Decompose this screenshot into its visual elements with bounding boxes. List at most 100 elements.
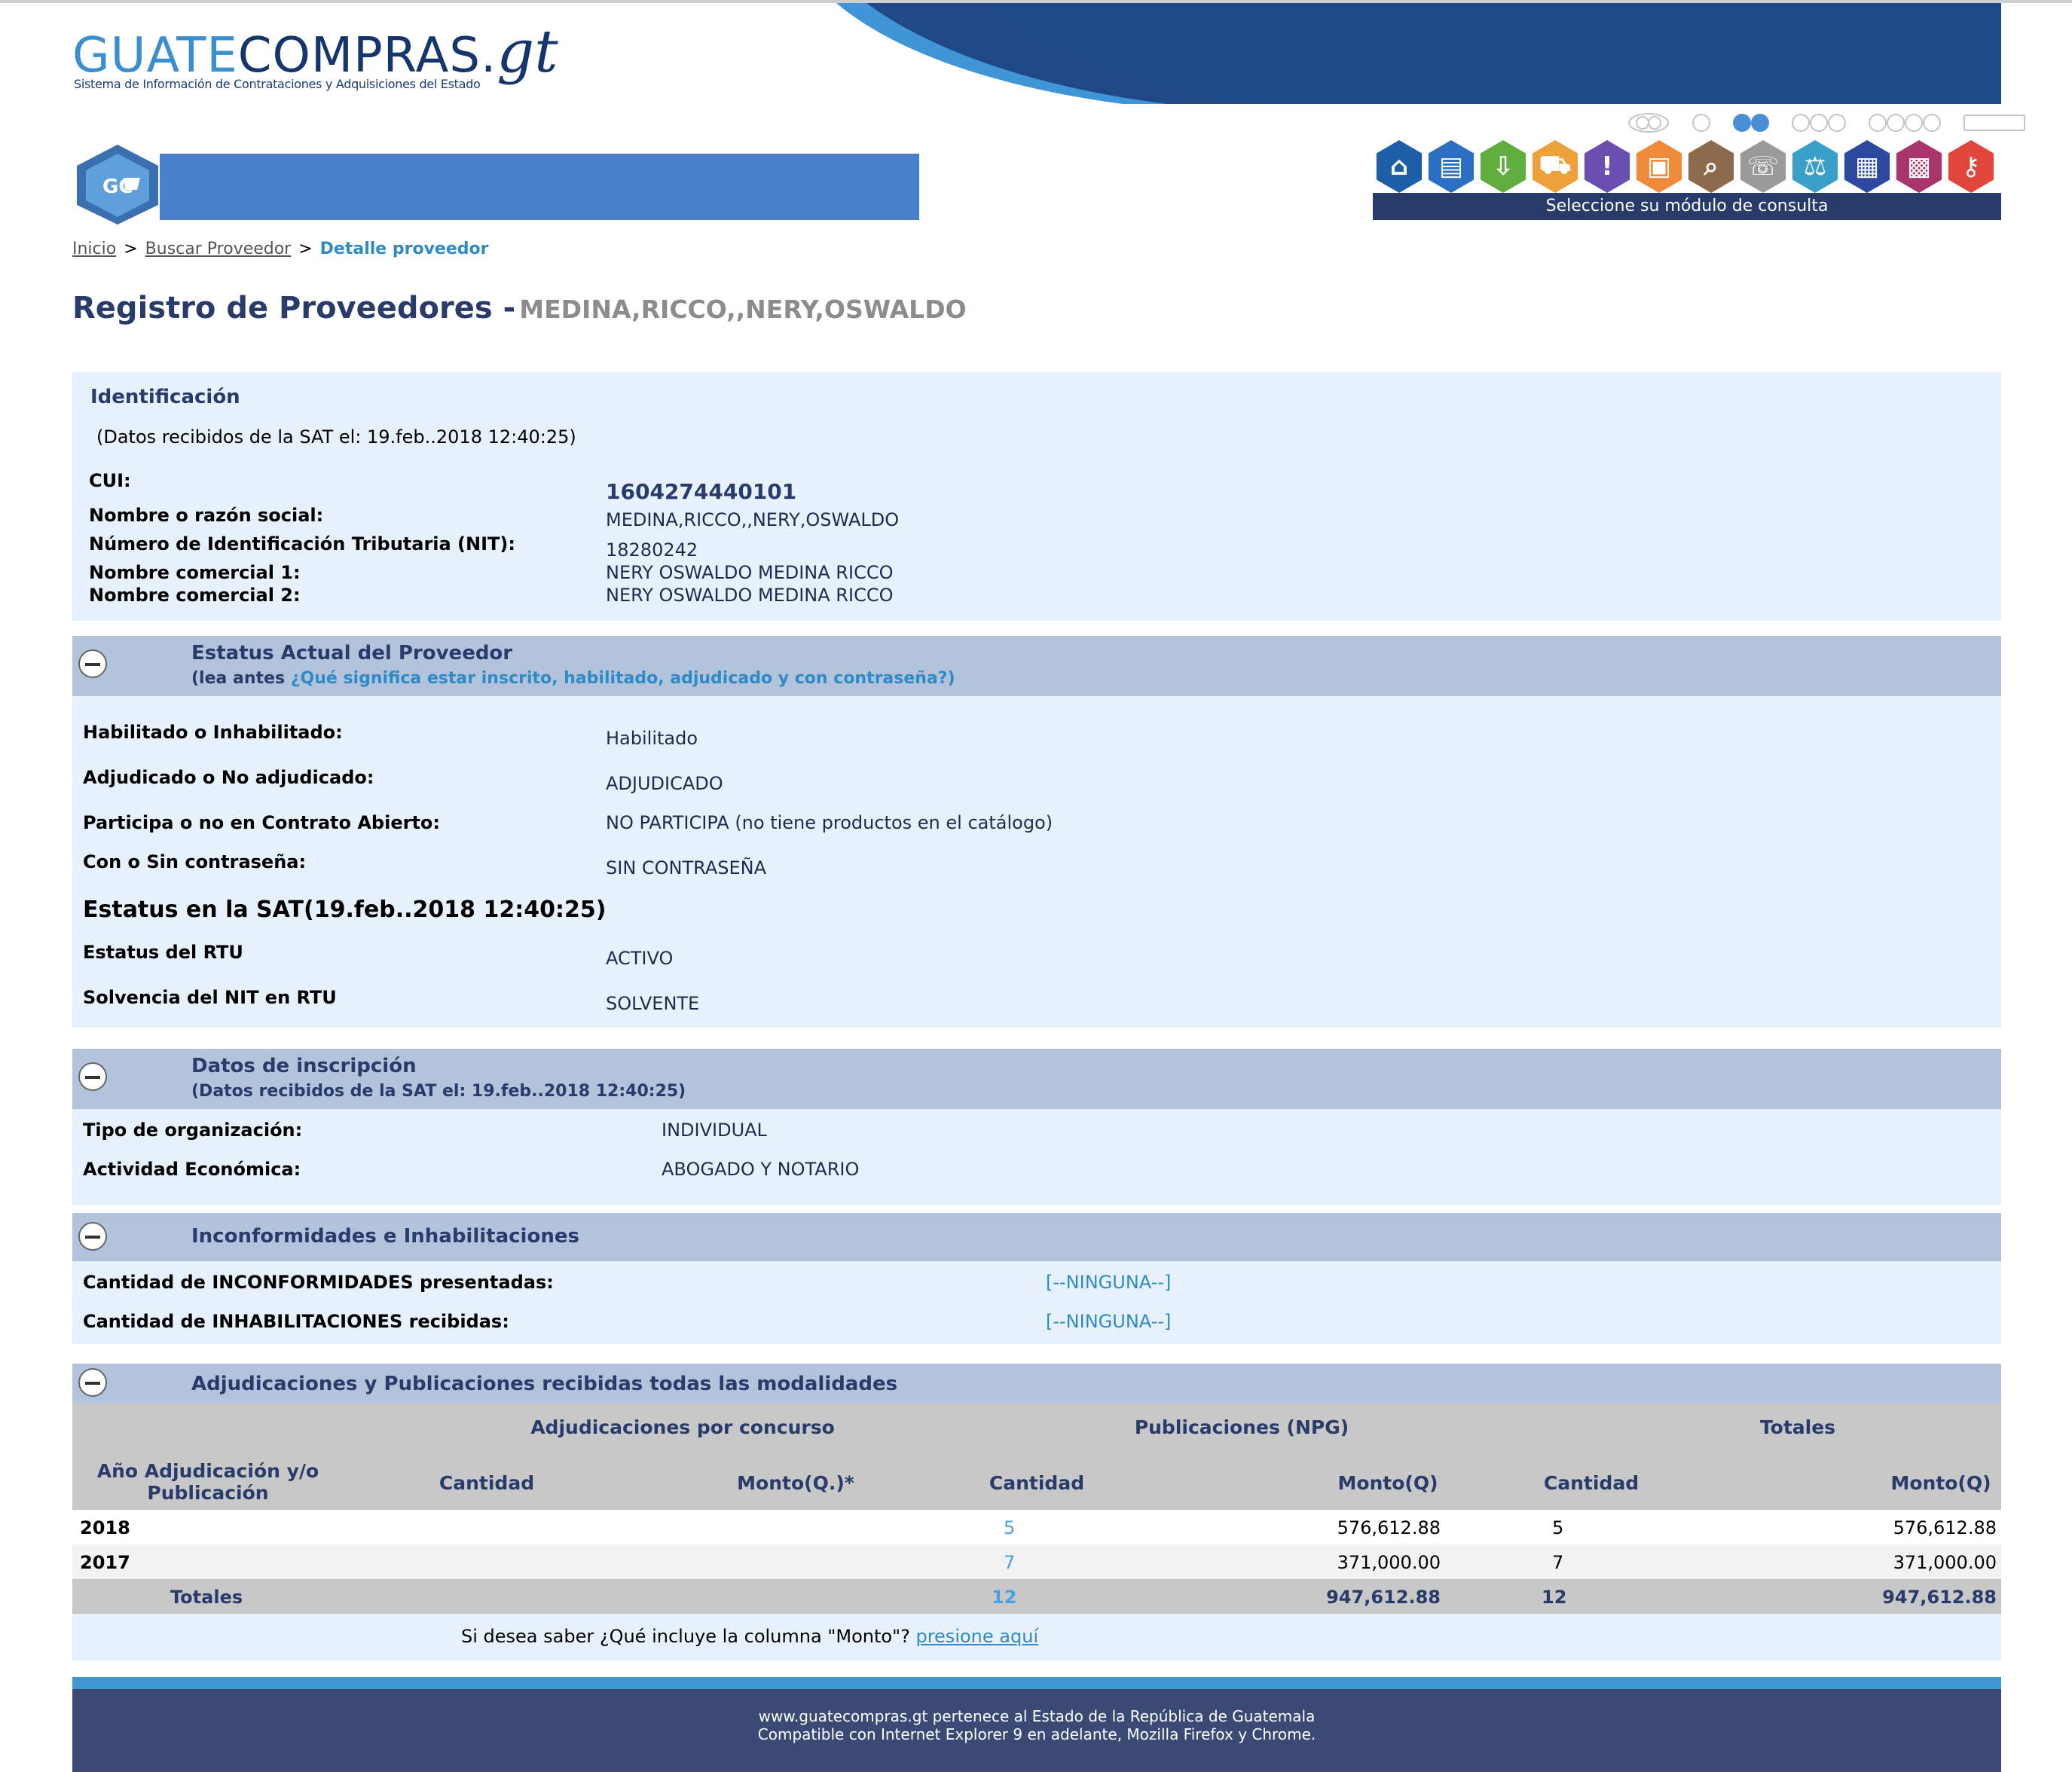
footer-line2: Compatible con Internet Explorer 9 en ad… — [757, 1725, 1316, 1743]
breadcrumb-separator: > — [298, 240, 313, 258]
row-tot-cantidad: 7 — [1552, 1552, 1564, 1573]
page-title-provider: MEDINA,RICCO,,NERY,OSWALDO — [519, 295, 967, 324]
key-icon[interactable]: ⚷ — [1948, 140, 1994, 193]
nit-value: 18280242 — [606, 539, 698, 561]
size-2-option[interactable] — [1733, 114, 1769, 132]
cui-label: CUI: — [89, 470, 131, 491]
rtu-label: Estatus del RTU — [83, 942, 243, 963]
estatus-note-prefix: (lea antes — [191, 669, 286, 688]
actividad-label: Actividad Económica: — [83, 1159, 301, 1180]
home-icon[interactable]: ⌂ — [1376, 140, 1423, 193]
accessibility-icon[interactable] — [1627, 112, 1670, 134]
size-3-option[interactable] — [1792, 114, 1846, 132]
inscripcion-note: (Datos recibidos de la SAT el: 19.feb..2… — [191, 1082, 686, 1101]
identificacion-sat-note: (Datos recibidos de la SAT el: 19.feb..2… — [96, 426, 576, 448]
col-year-header: Año Adjudicación y/o Publicación — [72, 1460, 344, 1504]
footer: www.guatecompras.gt pertenece al Estado … — [72, 1677, 2001, 1772]
solvencia-value: SOLVENTE — [606, 993, 700, 1014]
col-tot-monto-header: Monto(Q) — [1890, 1472, 1991, 1494]
logo-text-compras: COMPRAS. — [237, 28, 497, 84]
estatus-note: (lea antes ¿Qué significa estar inscrito… — [191, 669, 955, 688]
module-icons: ⌂ ▤ ⇩ ⛟! ▣ ⌕ ☏ ⚖ ▦ ▩ ⚷ — [1373, 140, 1997, 193]
report-icon[interactable]: ▦ — [1844, 140, 1890, 193]
adjudicado-value: ADJUDICADO — [606, 773, 723, 794]
inconformidades-value: [--NINGUNA--] — [1046, 1272, 1172, 1293]
row-npg-cantidad-link[interactable]: 7 — [1004, 1552, 1015, 1573]
footer-stripe — [72, 1677, 2001, 1689]
col-concurso-cantidad-header: Cantidad — [439, 1472, 535, 1494]
totals-row: Totales 12 947,612.88 12 947,612.88 — [72, 1579, 2001, 1614]
inconformidades-header: Inconformidades e Inhabilitaciones — [72, 1213, 2001, 1261]
gc-cart-logo[interactable]: GC — [72, 143, 163, 226]
monto-note: Si desea saber ¿Qué incluye la columna "… — [461, 1626, 1038, 1647]
size-full-option[interactable] — [1964, 115, 2025, 131]
breadcrumb-search-link[interactable]: Buscar Proveedor — [145, 240, 292, 258]
comercial2-label: Nombre comercial 2: — [89, 585, 301, 606]
inconformidades-panel: Cantidad de INCONFORMIDADES presentadas:… — [72, 1261, 2001, 1344]
collapse-icon[interactable] — [78, 649, 107, 678]
col-npg-cantidad-header: Cantidad — [989, 1472, 1085, 1494]
inhabilitaciones-label: Cantidad de INHABILITACIONES recibidas: — [83, 1311, 509, 1332]
sat-status-heading: Estatus en la SAT(19.feb..2018 12:40:25) — [83, 897, 607, 923]
adjudicado-label: Adjudicado o No adjudicado: — [83, 767, 374, 788]
comercial2-value: NERY OSWALDO MEDINA RICCO — [606, 585, 894, 606]
adjudicaciones-header: Adjudicaciones y Publicaciones recibidas… — [72, 1364, 2001, 1403]
guatecompras-logo[interactable]: GUATECOMPRAS.gt — [72, 18, 558, 86]
estatus-header: Estatus Actual del Proveedor (lea antes … — [72, 636, 2001, 696]
inscripcion-heading: Datos de inscripción — [191, 1055, 417, 1077]
adjudicaciones-table-header: Adjudicaciones por concurso Publicacione… — [72, 1403, 2001, 1510]
comercial1-value: NERY OSWALDO MEDINA RICCO — [606, 562, 894, 583]
size-1-option[interactable] — [1692, 114, 1710, 132]
pac-icon[interactable]: ▣ — [1636, 140, 1682, 193]
phone-icon[interactable]: ☏ — [1740, 140, 1786, 193]
totals-tot-monto: 947,612.88 — [1882, 1587, 1997, 1608]
inscripcion-panel: Tipo de organización: INDIVIDUAL Activid… — [72, 1109, 2001, 1205]
alert-icon[interactable]: ! — [1584, 140, 1630, 193]
identificacion-heading: Identificación — [90, 386, 240, 408]
collapse-icon[interactable] — [78, 1368, 107, 1397]
nit-label: Número de Identificación Tributaria (NIT… — [89, 533, 515, 555]
header-banner — [836, 3, 2001, 104]
download-icon[interactable]: ⇩ — [1480, 140, 1526, 193]
habilitado-label: Habilitado o Inhabilitado: — [83, 722, 343, 743]
estatus-help-link[interactable]: ¿Qué significa estar inscrito, habilitad… — [291, 669, 955, 688]
contrasena-label: Con o Sin contraseña: — [83, 851, 307, 872]
nombre-value: MEDINA,RICCO,,NERY,OSWALDO — [606, 509, 900, 530]
contrato-value: NO PARTICIPA (no tiene productos en el c… — [606, 812, 1053, 833]
collapse-icon[interactable] — [78, 1222, 107, 1251]
collapse-icon[interactable] — [78, 1062, 107, 1091]
cart-icon[interactable]: ⛟ — [1532, 140, 1578, 193]
comercial1-label: Nombre comercial 1: — [89, 562, 301, 583]
cui-value: 1604274440101 — [606, 479, 797, 504]
search-icon[interactable]: ⌕ — [1688, 140, 1734, 193]
logo-text-gt: gt — [497, 18, 558, 86]
row-npg-monto: 576,612.88 — [1337, 1517, 1441, 1538]
document-icon[interactable]: ▤ — [1428, 140, 1475, 193]
header-blue-bar — [160, 154, 919, 220]
inhabilitaciones-value: [--NINGUNA--] — [1046, 1311, 1172, 1332]
col-tot-cantidad-header: Cantidad — [1543, 1472, 1640, 1494]
identificacion-panel: Identificación (Datos recibidos de la SA… — [72, 372, 2001, 621]
row-year: 2017 — [80, 1552, 130, 1573]
actividad-value: ABOGADO Y NOTARIO — [662, 1159, 860, 1180]
grid-icon[interactable]: ▩ — [1896, 140, 1942, 193]
contrasena-value: SIN CONTRASEÑA — [606, 857, 767, 878]
footer-line1: www.guatecompras.gt pertenece al Estado … — [758, 1707, 1316, 1725]
monto-note-text: Si desea saber ¿Qué incluye la columna "… — [461, 1626, 910, 1647]
col-year-header-line2: Publicación — [147, 1482, 269, 1504]
col-year-header-line1: Año Adjudicación y/o — [96, 1460, 319, 1482]
totals-tot-cantidad: 12 — [1542, 1587, 1567, 1608]
estatus-heading: Estatus Actual del Proveedor — [191, 642, 513, 664]
totals-label: Totales — [170, 1587, 243, 1608]
inconformidades-heading: Inconformidades e Inhabilitaciones — [191, 1225, 579, 1248]
breadcrumb-home-link[interactable]: Inicio — [72, 240, 116, 258]
row-tot-monto: 371,000.00 — [1893, 1552, 1997, 1573]
breadcrumb: Inicio > Buscar Proveedor > Detalle proveedo… — [72, 240, 489, 258]
logo-subtitle: Sistema de Información de Contrataciones… — [74, 77, 481, 91]
monto-help-link[interactable]: presione aquí — [915, 1626, 1038, 1647]
size-4-option[interactable] — [1869, 114, 1941, 132]
scale-icon[interactable]: ⚖ — [1792, 140, 1838, 193]
row-npg-cantidad-link[interactable]: 5 — [1004, 1517, 1015, 1538]
breadcrumb-separator: > — [124, 240, 138, 258]
totals-npg-cantidad-link[interactable]: 12 — [992, 1587, 1016, 1608]
